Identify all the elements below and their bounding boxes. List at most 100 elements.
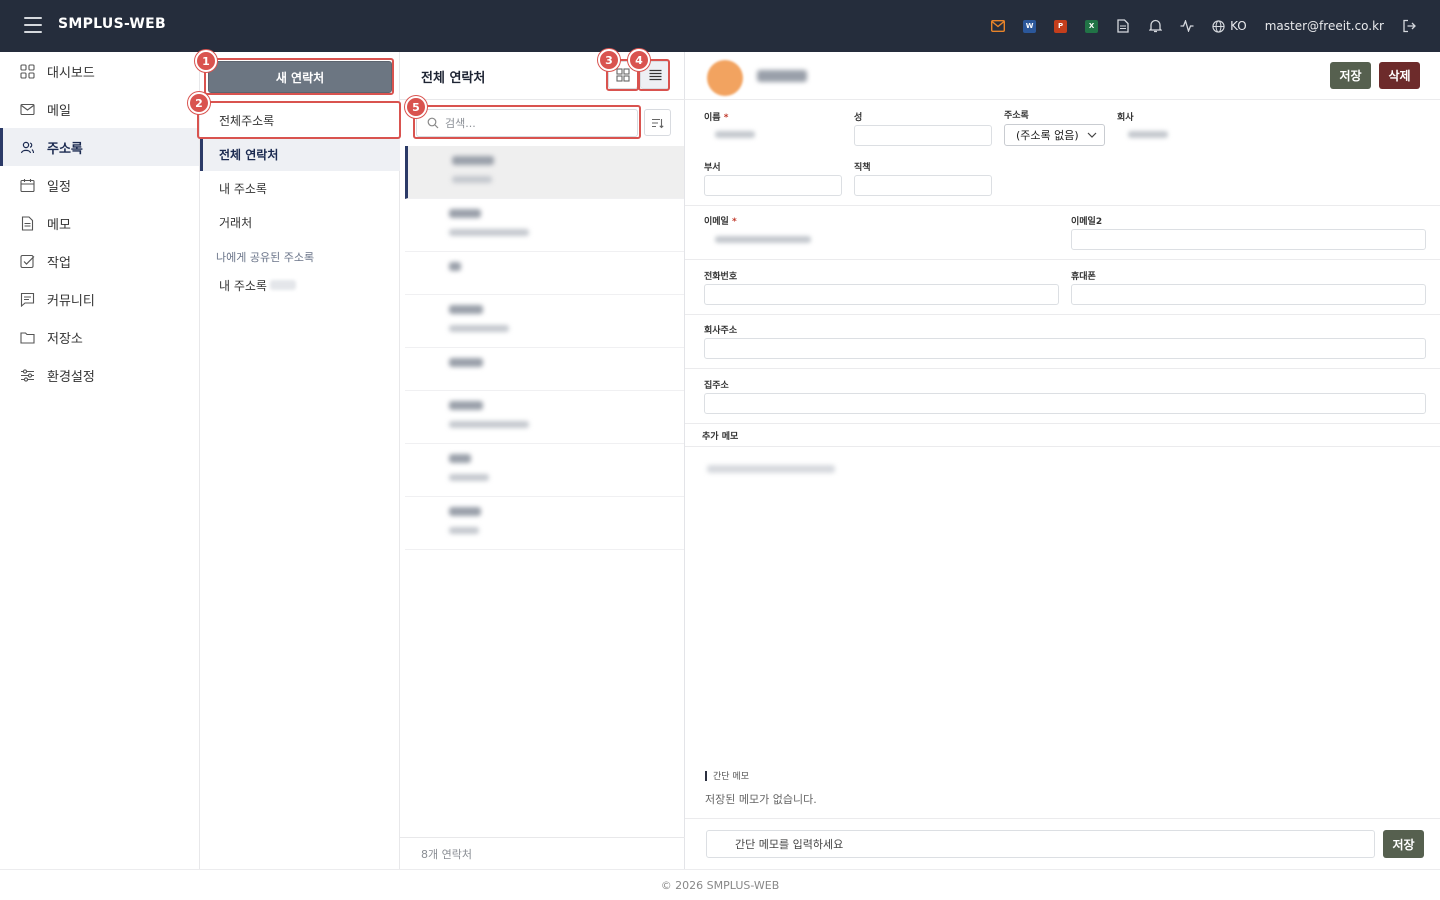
name-field[interactable]	[704, 124, 842, 145]
contact-name-blurred	[757, 70, 807, 82]
sidebar-item-label: 일정	[47, 179, 71, 195]
company-field[interactable]	[1117, 124, 1422, 145]
sidebar-item-label: 환경설정	[47, 369, 95, 385]
contact-row[interactable]	[405, 444, 684, 497]
folder-icon	[20, 330, 35, 345]
extra-memo-content-blurred[interactable]	[707, 465, 835, 473]
sort-button[interactable]	[644, 109, 671, 136]
addressbook-panel: 새 연락처 전체주소록 전체 연락처 내 주소록 거래처 나에게 공유된 주소록…	[200, 52, 400, 869]
addressbook-item-all[interactable]: 전체주소록	[200, 103, 400, 137]
department-label: 부서	[704, 163, 721, 173]
contact-row[interactable]	[405, 146, 684, 199]
position-label: 직책	[854, 163, 871, 173]
contacts-icon	[20, 140, 35, 155]
phone-label: 전화번호	[704, 272, 738, 282]
contact-row[interactable]	[405, 295, 684, 348]
email2-field[interactable]	[1071, 229, 1426, 250]
delete-button[interactable]: 삭제	[1379, 62, 1420, 89]
contact-row[interactable]	[405, 391, 684, 444]
divider	[685, 205, 1440, 206]
quick-memo-heading: 간단 메모	[705, 769, 749, 782]
sidebar-item-mail[interactable]: 메일	[0, 90, 199, 128]
sidebar-item-calendar[interactable]: 일정	[0, 166, 199, 204]
powerpoint-icon[interactable]: P	[1054, 19, 1068, 33]
divider	[685, 423, 1440, 424]
sidebar-item-dashboard[interactable]: 대시보드	[0, 52, 199, 90]
department-field[interactable]	[704, 175, 842, 196]
sidebar-item-label: 메모	[47, 217, 71, 233]
company-address-field[interactable]	[704, 338, 1426, 359]
new-contact-button[interactable]: 새 연락처	[208, 61, 392, 93]
activity-icon[interactable]	[1180, 19, 1194, 33]
memo-icon	[20, 215, 35, 231]
sidebar-item-community[interactable]: 커뮤니티	[0, 280, 199, 318]
contact-count: 8개 연락처	[400, 837, 685, 869]
addressbook-label: 주소록	[1004, 111, 1029, 121]
contact-row[interactable]	[405, 252, 684, 295]
mail-icon[interactable]	[991, 19, 1006, 33]
email-field[interactable]	[704, 229, 1059, 250]
sidebar-item-task[interactable]: 작업	[0, 242, 199, 280]
save-button[interactable]: 저장	[1330, 62, 1371, 89]
sort-icon	[652, 118, 664, 128]
dashboard-icon	[20, 63, 35, 79]
sidebar-item-label: 대시보드	[47, 65, 95, 81]
divider	[685, 259, 1440, 260]
annotation-badge-1: 1	[195, 50, 217, 72]
sidebar-item-storage[interactable]: 저장소	[0, 318, 199, 356]
brand-logo[interactable]: SMPLUS-WEB	[58, 16, 166, 32]
divider	[685, 368, 1440, 369]
menu-icon[interactable]	[24, 17, 42, 33]
contact-search[interactable]	[416, 109, 638, 137]
settings-icon	[20, 368, 35, 383]
divider	[685, 99, 1440, 100]
sidebar-item-contacts[interactable]: 주소록	[0, 128, 199, 166]
contact-list-title: 전체 연락처	[421, 71, 486, 86]
addressbook-item-mine[interactable]: 내 주소록	[200, 171, 400, 205]
sidebar-item-memo[interactable]: 메모	[0, 204, 199, 242]
sidebar-item-settings[interactable]: 환경설정	[0, 356, 199, 394]
document-icon[interactable]	[1116, 19, 1130, 33]
mobile-label: 휴대폰	[1071, 272, 1096, 282]
addressbook-item-all-contacts[interactable]: 전체 연락처	[200, 137, 400, 171]
sidebar-item-label: 주소록	[47, 141, 83, 157]
addressbook-item-shared[interactable]: 내 주소록	[200, 268, 400, 302]
calendar-icon	[20, 178, 35, 193]
contact-row[interactable]	[405, 348, 684, 391]
language-switcher[interactable]: KO	[1212, 19, 1247, 33]
addressbook-item-clients[interactable]: 거래처	[200, 205, 400, 239]
addressbook-select[interactable]: (주소록 없음)	[1004, 124, 1105, 146]
quick-memo-input-box[interactable]	[706, 830, 1375, 858]
position-field[interactable]	[854, 175, 992, 196]
email2-label: 이메일2	[1071, 217, 1103, 227]
chevron-down-icon	[1087, 132, 1097, 138]
owner-name-blurred	[269, 280, 296, 290]
globe-icon	[1212, 19, 1225, 33]
quick-memo-save-button[interactable]: 저장	[1383, 830, 1424, 858]
company-label: 회사	[1117, 113, 1134, 123]
quick-memo-input[interactable]	[735, 837, 1355, 851]
mail-icon	[20, 102, 35, 117]
sidebar-item-label: 작업	[47, 255, 71, 271]
main-sidebar: 대시보드 메일 주소록 일정 메모 작업 커뮤니티 저장소 환경설정	[0, 52, 200, 869]
top-bar: SMPLUS-WEB W P X KO master@freeit.co.kr	[0, 0, 1440, 52]
phone-field[interactable]	[704, 284, 1059, 305]
search-input[interactable]	[445, 116, 625, 130]
divider	[685, 818, 1440, 819]
contact-row[interactable]	[405, 199, 684, 252]
bell-icon[interactable]	[1148, 19, 1162, 33]
home-address-field[interactable]	[704, 393, 1426, 414]
surname-field[interactable]	[854, 125, 992, 146]
logout-icon[interactable]	[1402, 19, 1416, 33]
email-label: 이메일 *	[704, 217, 737, 227]
avatar	[707, 60, 743, 96]
excel-icon[interactable]: X	[1085, 19, 1099, 33]
word-icon[interactable]: W	[1023, 19, 1037, 33]
user-email[interactable]: master@freeit.co.kr	[1265, 19, 1384, 33]
mobile-field[interactable]	[1071, 284, 1426, 305]
divider	[685, 446, 1440, 447]
list-icon	[649, 69, 661, 81]
contact-row[interactable]	[405, 497, 684, 550]
community-icon	[20, 292, 35, 307]
annotation-badge-2: 2	[188, 92, 210, 114]
